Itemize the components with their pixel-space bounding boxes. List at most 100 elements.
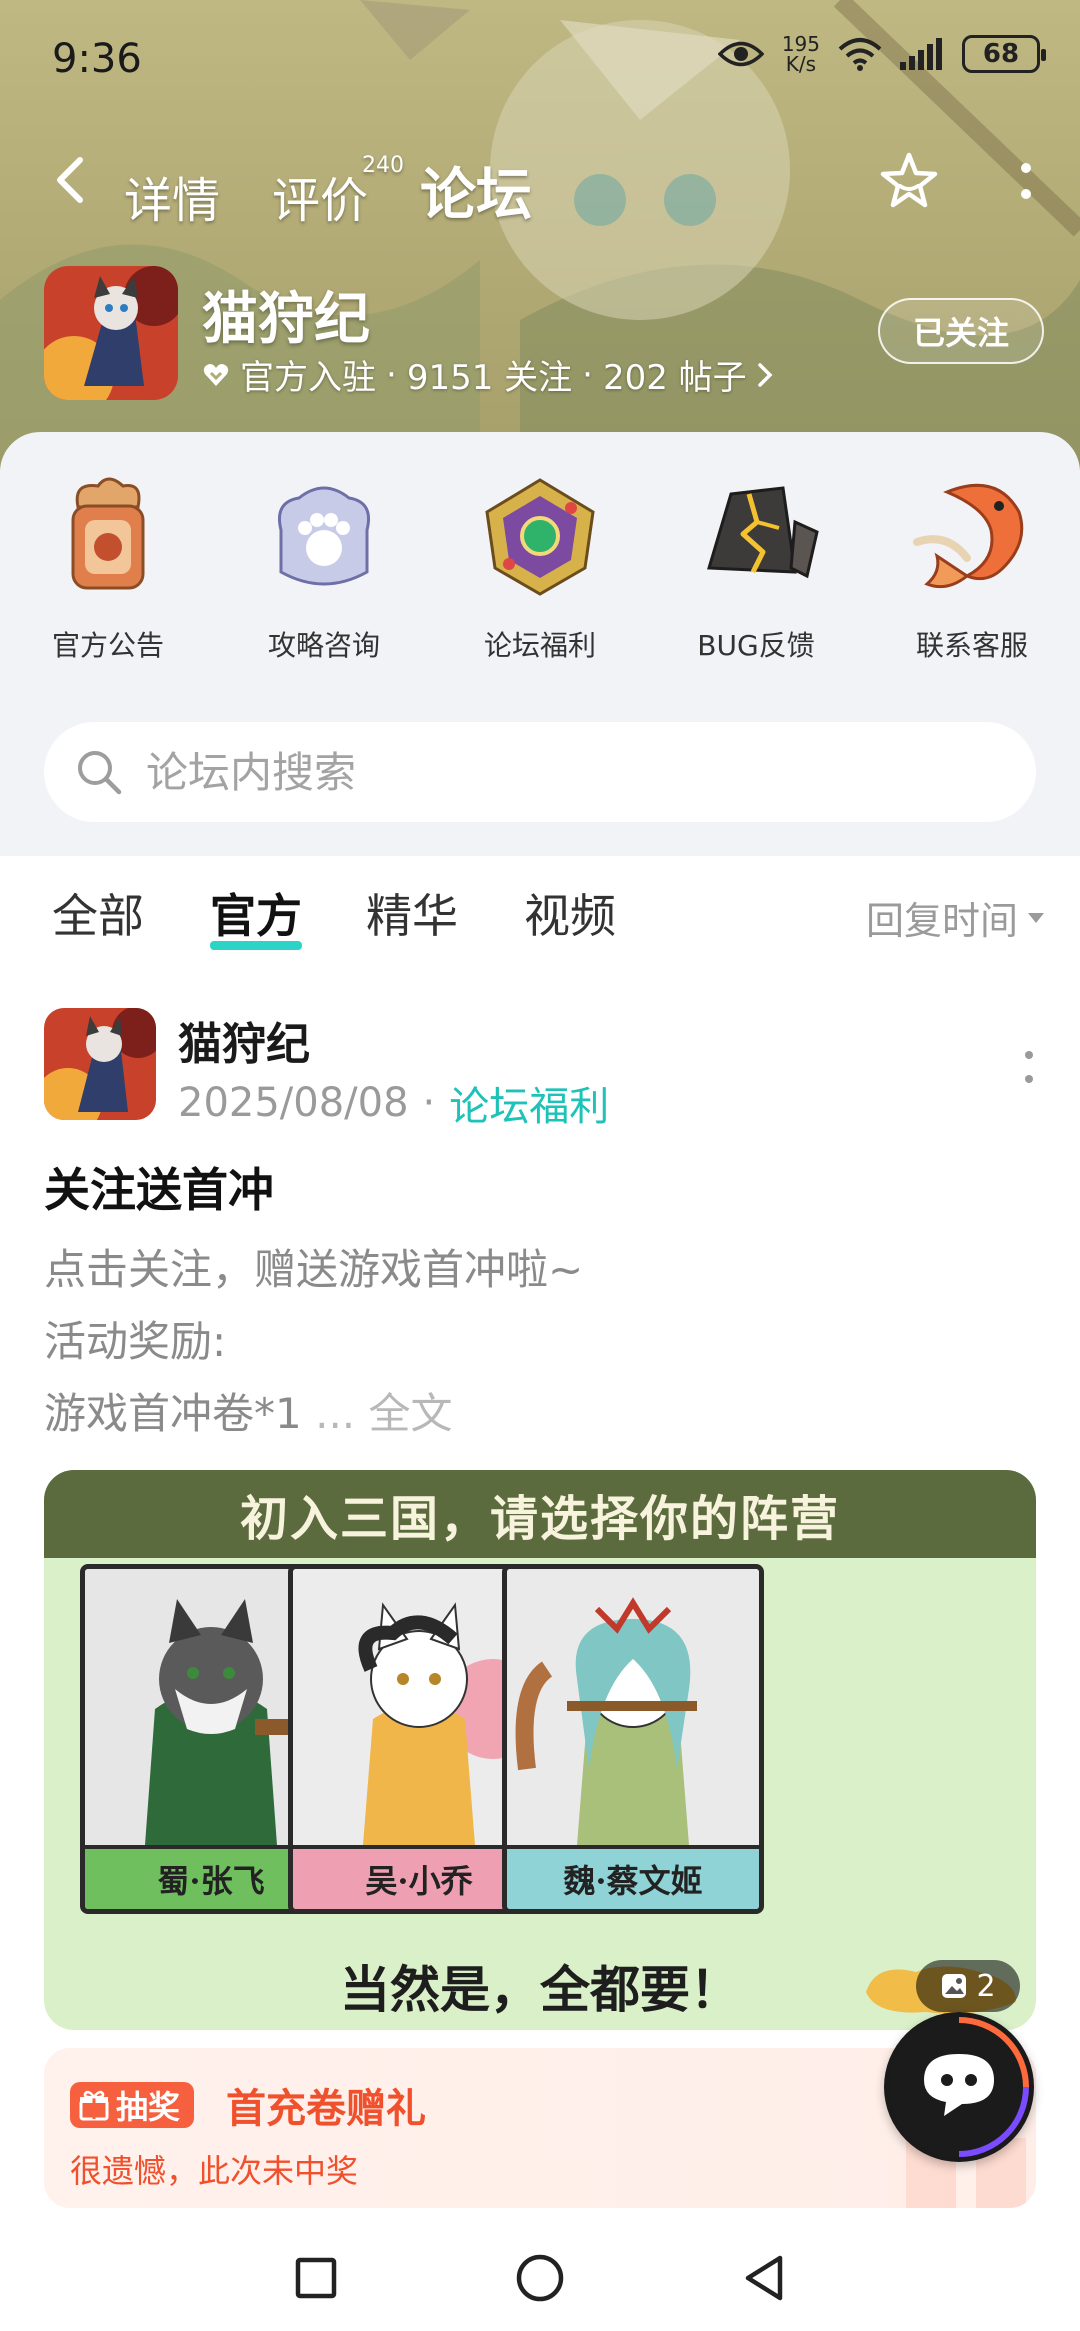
post-body[interactable]: 点击关注，赠送游戏首冲啦~ 活动奖励: 游戏首冲卷*1 ... 全文 <box>44 1234 583 1450</box>
forum-entries: 官方公告 攻略咨询 论坛福利 BUG反馈 联系客服 <box>0 472 1080 664</box>
full-text-link[interactable]: 全文 <box>369 1389 453 1438</box>
filter-official[interactable]: 官方 <box>210 880 302 950</box>
post-title[interactable]: 关注送首冲 <box>44 1154 274 1220</box>
author-avatar[interactable] <box>44 1008 156 1120</box>
filter-all[interactable]: 全部 <box>52 880 144 946</box>
chevron-right-icon <box>757 362 773 387</box>
post-category-link[interactable]: 论坛福利 <box>449 1074 609 1132</box>
entry-strategy-consult[interactable]: 攻略咨询 <box>216 472 432 664</box>
status-icons: 195 K/s 68 <box>717 34 1046 74</box>
paw-guide-icon <box>278 486 370 586</box>
sort-label: 回复时间 <box>865 899 1018 943</box>
active-filter-indicator <box>210 941 302 950</box>
post-body-line: 游戏首冲卷*1 <box>44 1389 302 1438</box>
game-info: 猫狩纪 官方入驻 · 9151 关注 · 202 帖子 已关注 <box>44 262 1044 402</box>
koi-fish-icon <box>913 483 1024 589</box>
game-title: 猫狩纪 <box>202 287 370 352</box>
tab-details-label: 详情 <box>124 173 221 229</box>
back-arrow-icon[interactable] <box>52 156 92 204</box>
tab-forum[interactable]: 论坛 <box>420 150 533 231</box>
wifi-icon <box>838 38 882 71</box>
signal-icon <box>900 38 942 70</box>
meta-separator: · <box>386 354 397 395</box>
image-count-badge: 2 <box>916 1960 1020 2012</box>
entry-label: 官方公告 <box>51 629 164 662</box>
card-label-wei: 魏·蔡文姬 <box>507 1845 759 1909</box>
tab-reviews[interactable]: 评价 240 <box>272 153 404 231</box>
entry-bug-report[interactable]: BUG反馈 <box>648 472 864 664</box>
announcement-badge-icon <box>71 477 145 590</box>
reviews-count-badge: 240 <box>362 153 405 178</box>
official-heart-icon <box>203 363 229 386</box>
network-speed-unit: K/s <box>785 52 817 76</box>
gem-gift-icon <box>485 478 595 596</box>
banner-heading: 初入三国，请选择你的阵营 <box>44 1470 1036 1558</box>
tab-details[interactable]: 详情 <box>124 161 220 231</box>
more-options-icon[interactable] <box>1016 158 1036 208</box>
image-icon <box>942 1974 967 1998</box>
favorite-star-icon[interactable] <box>878 150 940 212</box>
filter-official-label: 官方 <box>210 889 302 943</box>
post-image-banner[interactable]: 初入三国，请选择你的阵营 蜀·张飞 吴·小乔 魏·蔡文姬 当然是，全都要！ 2 <box>44 1470 1036 2030</box>
cracked-stone-icon <box>707 486 819 579</box>
post-more-icon[interactable] <box>1022 1048 1036 1086</box>
post-filter-bar: 全部 官方 精华 视频 回复时间 <box>0 870 1080 960</box>
filter-video[interactable]: 视频 <box>524 880 616 946</box>
back-triangle-icon[interactable] <box>734 2248 794 2308</box>
system-nav-bar <box>0 2220 1080 2331</box>
top-nav: 详情 评价 240 论坛 <box>0 130 1080 230</box>
network-speed: 195 K/s <box>782 34 820 74</box>
battery-indicator: 68 <box>962 35 1046 73</box>
post-body-line: 活动奖励: <box>44 1317 227 1366</box>
post-date: 2025/08/08 <box>178 1080 409 1126</box>
status-time: 9:36 <box>52 36 142 82</box>
post-body-line-last: 游戏首冲卷*1 ... 全文 <box>44 1378 583 1450</box>
filter-featured-label: 精华 <box>366 889 458 943</box>
header-hero: 9:36 195 K/s 68 详情 评价 240 论坛 猫狩纪 官方入驻 · … <box>0 0 1080 470</box>
meta-separator: · <box>422 1080 436 1126</box>
lottery-result: 很遗憾，此次未中奖 <box>70 2152 359 2190</box>
cat-musician-illustration <box>507 1569 759 1845</box>
lottery-title: 首充卷赠礼 <box>226 2086 426 2132</box>
post-body-line: 点击关注，赠送游戏首冲啦~ <box>44 1245 584 1294</box>
gift-icon <box>79 2090 109 2121</box>
tab-reviews-label: 评价 <box>272 173 369 229</box>
entry-forum-welfare[interactable]: 论坛福利 <box>432 472 648 664</box>
tab-forum-label: 论坛 <box>420 163 533 228</box>
search-icon <box>78 751 122 795</box>
search-input[interactable] <box>146 747 946 797</box>
entry-label: 论坛福利 <box>483 629 596 662</box>
forum-search-bar[interactable] <box>44 722 1036 822</box>
recent-apps-icon[interactable] <box>286 2248 346 2308</box>
eye-icon <box>717 41 764 67</box>
caret-down-icon <box>1028 912 1044 923</box>
game-meta[interactable]: 官方入驻 · 9151 关注 · 202 帖子 <box>202 350 773 399</box>
forum-panel: 官方公告 攻略咨询 论坛福利 BUG反馈 联系客服 论坛内搜索 <box>0 432 1080 856</box>
chat-assistant-button[interactable] <box>884 2012 1034 2162</box>
post-meta: 2025/08/08 · 论坛福利 <box>178 1074 609 1132</box>
meta-separator: · <box>582 354 593 395</box>
image-count-value: 2 <box>976 1968 996 2004</box>
home-icon[interactable] <box>510 2248 570 2308</box>
post-ellipsis: ... <box>315 1389 356 1438</box>
entry-contact-support[interactable]: 联系客服 <box>864 472 1080 664</box>
lottery-tag: 抽奖 <box>70 2082 195 2128</box>
entry-official-announcement[interactable]: 官方公告 <box>0 472 216 664</box>
nav-tabs: 详情 评价 240 论坛 <box>124 150 533 231</box>
official-label: 官方入驻 <box>240 358 376 398</box>
post-author-name[interactable]: 猫狩纪 <box>178 1008 310 1072</box>
filter-featured[interactable]: 精华 <box>366 880 458 946</box>
posts-count: 202 帖子 <box>602 358 747 398</box>
game-logo[interactable] <box>44 266 178 400</box>
filter-all-label: 全部 <box>52 889 144 943</box>
entry-label: 联系客服 <box>915 629 1028 662</box>
follow-button[interactable]: 已关注 <box>878 298 1044 364</box>
entry-label: BUG反馈 <box>697 629 815 662</box>
network-speed-value: 195 <box>781 32 820 56</box>
entry-label: 攻略咨询 <box>267 629 380 662</box>
sort-dropdown[interactable]: 回复时间 <box>866 890 1044 945</box>
filter-video-label: 视频 <box>524 889 616 943</box>
followers-count: 9151 关注 <box>406 358 573 398</box>
lottery-tag-label: 抽奖 <box>116 2088 181 2126</box>
character-card-caiwenji: 魏·蔡文姬 <box>502 1564 764 1914</box>
